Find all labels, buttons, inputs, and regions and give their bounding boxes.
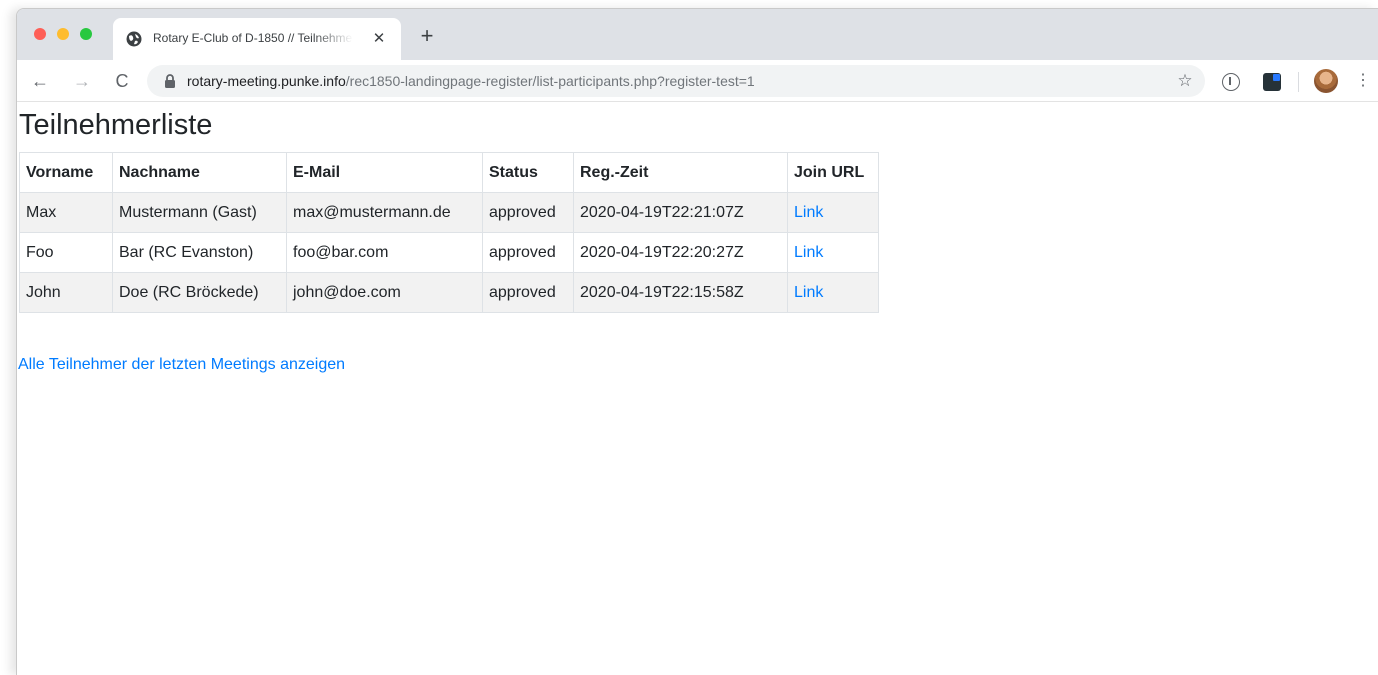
cell-vorname: Max xyxy=(19,192,113,233)
cell-status: approved xyxy=(482,192,574,233)
reload-button[interactable]: C xyxy=(109,68,135,94)
cell-reg-zeit: 2020-04-19T22:20:27Z xyxy=(573,232,788,273)
cell-vorname: John xyxy=(19,272,113,313)
cell-reg-zeit: 2020-04-19T22:15:58Z xyxy=(573,272,788,313)
cell-email: max@mustermann.de xyxy=(286,192,483,233)
profile-avatar[interactable] xyxy=(1314,69,1338,93)
minimize-window-button[interactable] xyxy=(57,28,69,40)
extension-app-icon[interactable] xyxy=(1263,73,1281,91)
cell-email: john@doe.com xyxy=(286,272,483,313)
participants-table: Vorname Nachname E-Mail Status Reg.-Zeit… xyxy=(19,152,879,313)
cell-nachname: Bar (RC Evanston) xyxy=(112,232,287,273)
globe-icon xyxy=(126,31,142,47)
url-path: /rec1850-landingpage-register/list-parti… xyxy=(345,73,755,89)
tab-title: Rotary E-Club of D-1850 // Teilnehmerlis… xyxy=(153,31,353,45)
column-header-reg-zeit: Reg.-Zeit xyxy=(573,152,788,193)
tab-strip: Rotary E-Club of D-1850 // Teilnehmerlis… xyxy=(17,9,1378,60)
cell-status: approved xyxy=(482,232,574,273)
page-content: Teilnehmerliste Vorname Nachname E-Mail … xyxy=(17,102,1378,675)
join-link[interactable]: Link xyxy=(794,284,823,301)
column-header-join-url: Join URL xyxy=(787,152,879,193)
all-participants-link[interactable]: Alle Teilnehmer der letzten Meetings anz… xyxy=(18,356,345,374)
cell-reg-zeit: 2020-04-19T22:21:07Z xyxy=(573,192,788,233)
table-header-row: Vorname Nachname E-Mail Status Reg.-Zeit… xyxy=(19,152,879,193)
cell-join-url: Link xyxy=(787,192,879,233)
toolbar: ← → C rotary-meeting.punke.info/rec1850-… xyxy=(17,60,1378,102)
forward-button[interactable]: → xyxy=(69,68,95,94)
browser-menu-icon[interactable]: ⋮ xyxy=(1355,69,1371,93)
tab-active[interactable]: Rotary E-Club of D-1850 // Teilnehmerlis… xyxy=(113,18,401,60)
browser-window: Rotary E-Club of D-1850 // Teilnehmerlis… xyxy=(16,8,1378,675)
lock-icon xyxy=(165,74,175,88)
cell-join-url: Link xyxy=(787,272,879,313)
column-header-email: E-Mail xyxy=(286,152,483,193)
column-header-vorname: Vorname xyxy=(19,152,113,193)
url-text: rotary-meeting.punke.info/rec1850-landin… xyxy=(187,73,755,89)
address-bar[interactable]: rotary-meeting.punke.info/rec1850-landin… xyxy=(147,65,1205,97)
bookmark-star-icon[interactable]: ☆ xyxy=(1173,69,1197,93)
cell-status: approved xyxy=(482,272,574,313)
new-tab-button[interactable]: + xyxy=(415,25,439,49)
close-tab-icon[interactable]: ✕ xyxy=(369,29,389,49)
extension-info-icon[interactable] xyxy=(1222,73,1240,91)
maximize-window-button[interactable] xyxy=(80,28,92,40)
join-link[interactable]: Link xyxy=(794,204,823,221)
cell-nachname: Doe (RC Bröckede) xyxy=(112,272,287,313)
cell-vorname: Foo xyxy=(19,232,113,273)
table-row: John Doe (RC Bröckede) john@doe.com appr… xyxy=(19,272,879,313)
table-row: Max Mustermann (Gast) max@mustermann.de … xyxy=(19,192,879,233)
toolbar-divider xyxy=(1298,72,1299,92)
cell-nachname: Mustermann (Gast) xyxy=(112,192,287,233)
column-header-nachname: Nachname xyxy=(112,152,287,193)
join-link[interactable]: Link xyxy=(794,244,823,261)
table-row: Foo Bar (RC Evanston) foo@bar.com approv… xyxy=(19,232,879,273)
page-title: Teilnehmerliste xyxy=(19,109,213,141)
cell-join-url: Link xyxy=(787,232,879,273)
back-button[interactable]: ← xyxy=(27,68,53,94)
cell-email: foo@bar.com xyxy=(286,232,483,273)
close-window-button[interactable] xyxy=(34,28,46,40)
url-domain: rotary-meeting.punke.info xyxy=(187,73,346,89)
column-header-status: Status xyxy=(482,152,574,193)
